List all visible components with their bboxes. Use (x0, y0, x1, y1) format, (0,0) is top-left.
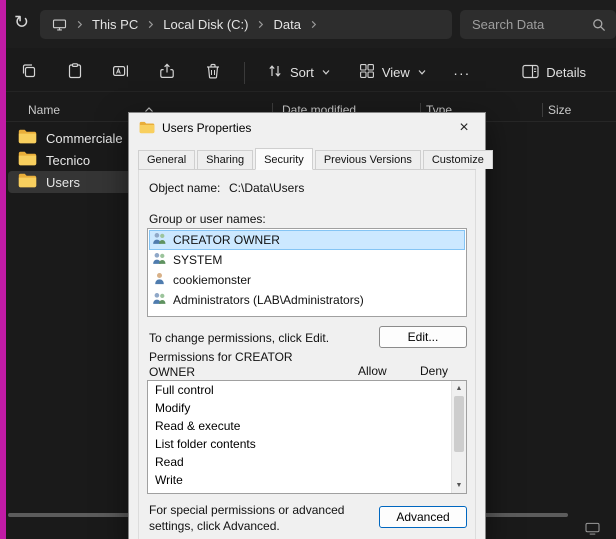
permission-row-list-folder-contents[interactable]: List folder contents (148, 435, 466, 453)
paste-button[interactable] (56, 56, 94, 90)
object-name-value: C:\Data\Users (229, 181, 304, 195)
sort-label: Sort (290, 65, 314, 80)
principal-row-cookiemonster[interactable]: cookiemonster (149, 270, 465, 290)
edit-button[interactable]: Edit... (379, 326, 467, 348)
folder-icon (139, 121, 155, 137)
group-icon (152, 292, 167, 308)
scrollbar-up-icon[interactable]: ▲ (452, 382, 466, 395)
view-grid-icon (359, 63, 375, 82)
tab-customize[interactable]: Customize (423, 150, 493, 169)
permissions-for-label: Permissions for CREATOR OWNER (149, 350, 327, 380)
edit-permissions-note: To change permissions, click Edit. (149, 331, 329, 345)
accent-strip (0, 0, 6, 539)
tab-previous-versions[interactable]: Previous Versions (315, 150, 421, 169)
principal-name: CREATOR OWNER (173, 233, 280, 247)
details-label: Details (546, 65, 586, 80)
folder-icon (18, 173, 37, 191)
user-icon (152, 272, 167, 288)
rename-icon (112, 62, 130, 83)
view-dropdown[interactable]: View (349, 56, 437, 90)
dialog-title: Users Properties (162, 121, 251, 135)
details-pane-icon (522, 64, 539, 82)
breadcrumb-data[interactable]: Data (273, 17, 300, 32)
breadcrumb-chevron-icon (75, 20, 84, 29)
search-input[interactable]: Search Data (460, 10, 616, 39)
more-options-button[interactable]: ··· (445, 56, 479, 90)
scrollbar-thumb[interactable] (454, 396, 464, 452)
details-button[interactable]: Details (512, 56, 596, 90)
file-name: Commerciale (46, 131, 123, 146)
share-button[interactable] (148, 56, 186, 90)
principal-name: Administrators (LAB\Administrators) (173, 293, 364, 307)
file-explorer-window: ↻ This PC Local Disk (C:) Data Search Da… (0, 0, 616, 539)
object-name-label: Object name: (149, 181, 220, 195)
search-icon[interactable] (592, 18, 606, 37)
principal-row-administrators[interactable]: Administrators (LAB\Administrators) (149, 290, 465, 310)
tab-security[interactable]: Security (255, 148, 313, 170)
tab-sharing[interactable]: Sharing (197, 150, 253, 169)
close-icon[interactable]: × (452, 117, 476, 139)
dialog-tab-strip: General Sharing Security Previous Versio… (138, 147, 476, 170)
deny-column-label: Deny (420, 364, 448, 378)
refresh-icon[interactable]: ↻ (14, 12, 29, 33)
permission-row-modify[interactable]: Modify (148, 399, 466, 417)
toolbar-divider (244, 62, 245, 84)
copy-icon (20, 62, 38, 83)
permission-row-read[interactable]: Read (148, 453, 466, 471)
users-properties-dialog: Users Properties × General Sharing Secur… (128, 112, 486, 539)
copy-button[interactable] (10, 56, 48, 90)
column-header-size[interactable]: Size (548, 103, 571, 117)
explorer-topbar: ↻ This PC Local Disk (C:) Data Search Da… (6, 0, 616, 48)
file-name: Tecnico (46, 153, 90, 168)
tab-general[interactable]: General (138, 150, 195, 169)
advanced-settings-note: For special permissions or advanced sett… (149, 503, 367, 534)
principal-name: cookiemonster (173, 273, 251, 287)
folder-icon (18, 151, 37, 169)
group-icon (152, 232, 167, 248)
principal-row-creator-owner[interactable]: CREATOR OWNER (149, 230, 465, 250)
group-icon (152, 252, 167, 268)
this-pc-icon (52, 17, 67, 32)
principal-name: SYSTEM (173, 253, 222, 267)
chevron-down-icon (417, 65, 427, 80)
ellipsis-icon: ··· (453, 65, 470, 81)
advanced-button[interactable]: Advanced (379, 506, 467, 528)
rename-button[interactable] (102, 56, 140, 90)
share-icon (158, 62, 176, 83)
sort-arrows-icon (267, 63, 283, 82)
breadcrumb-chevron-icon (309, 20, 318, 29)
principal-row-system[interactable]: SYSTEM (149, 250, 465, 270)
file-name: Users (46, 175, 80, 190)
allow-column-label: Allow (358, 364, 387, 378)
breadcrumb-this-pc[interactable]: This PC (92, 17, 138, 32)
permission-row-full-control[interactable]: Full control (148, 381, 466, 399)
chevron-down-icon (321, 65, 331, 80)
permissions-listbox: Full control Modify Read & execute List … (147, 380, 467, 494)
breadcrumb-chevron-icon (146, 20, 155, 29)
group-user-listbox: CREATOR OWNER SYSTEM cookiemonster Admin… (147, 228, 467, 317)
scrollbar-down-icon[interactable]: ▼ (452, 479, 466, 492)
address-bar[interactable]: This PC Local Disk (C:) Data (40, 10, 452, 39)
view-label: View (382, 65, 410, 80)
column-divider[interactable] (542, 103, 543, 117)
paste-icon (66, 62, 84, 83)
explorer-toolbar: Sort View ··· Details (6, 54, 616, 92)
group-or-user-names-label: Group or user names: (149, 212, 266, 226)
permission-row-read-execute[interactable]: Read & execute (148, 417, 466, 435)
folder-icon (18, 129, 37, 147)
sort-dropdown[interactable]: Sort (257, 56, 341, 90)
trash-icon (204, 62, 222, 83)
column-header-name[interactable]: Name (28, 103, 60, 117)
delete-button[interactable] (194, 56, 232, 90)
vertical-scrollbar[interactable]: ▲ ▼ (451, 381, 466, 493)
view-toggle-icon[interactable] (585, 522, 600, 539)
permission-row-write[interactable]: Write (148, 471, 466, 489)
breadcrumb-chevron-icon (256, 20, 265, 29)
breadcrumb-local-disk-c[interactable]: Local Disk (C:) (163, 17, 248, 32)
